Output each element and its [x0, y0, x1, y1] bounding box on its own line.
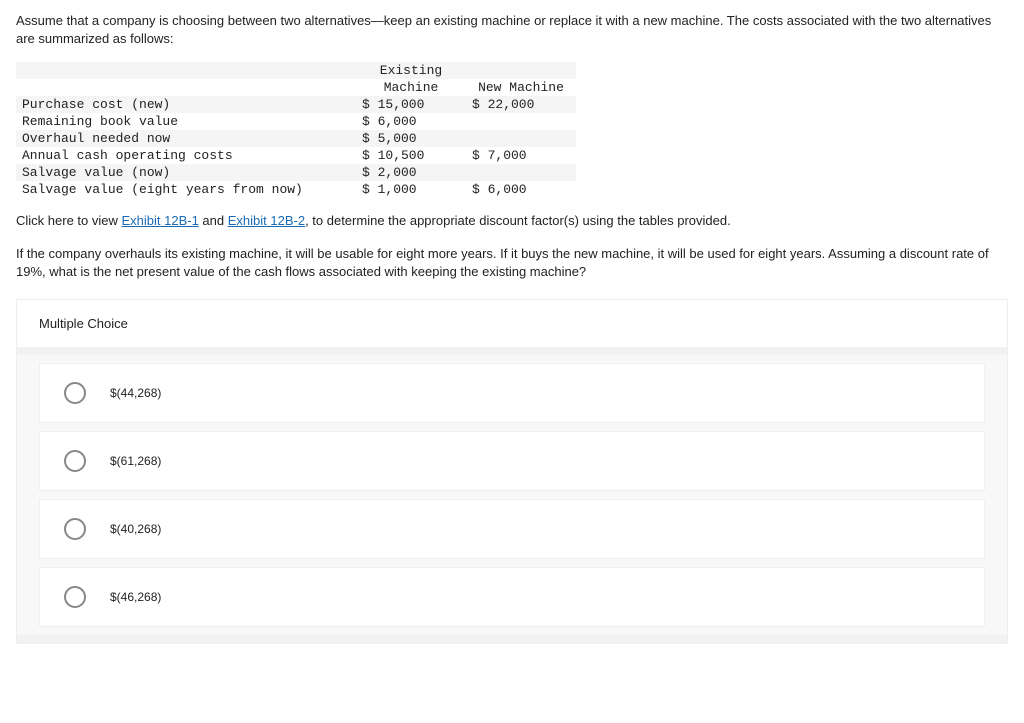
radio-icon[interactable]: [64, 382, 86, 404]
radio-icon[interactable]: [64, 518, 86, 540]
table-row: Purchase cost (new) $ 15,000 $ 22,000: [16, 96, 576, 113]
col-header-existing-2: Machine: [356, 79, 466, 96]
multiple-choice-heading: Multiple Choice: [17, 300, 1007, 355]
cost-table: Existing Machine New Machine Purchase co…: [16, 62, 576, 198]
mc-option-label: $(40,268): [110, 522, 161, 536]
mc-option-1[interactable]: $(44,268): [39, 363, 985, 423]
col-header-new: New Machine: [466, 79, 576, 96]
mc-option-4[interactable]: $(46,268): [39, 567, 985, 627]
table-row: Salvage value (eight years from now) $ 1…: [16, 181, 576, 198]
radio-icon[interactable]: [64, 586, 86, 608]
question-intro: Assume that a company is choosing betwee…: [16, 12, 1008, 48]
mc-option-2[interactable]: $(61,268): [39, 431, 985, 491]
mc-option-3[interactable]: $(40,268): [39, 499, 985, 559]
exhibit-12b-1-link[interactable]: Exhibit 12B-1: [121, 213, 198, 228]
mc-option-label: $(46,268): [110, 590, 161, 604]
question-text: If the company overhauls its existing ma…: [16, 245, 1008, 281]
col-header-existing-1: Existing: [356, 62, 466, 79]
table-row: Salvage value (now) $ 2,000: [16, 164, 576, 181]
exhibit-12b-2-link[interactable]: Exhibit 12B-2: [228, 213, 305, 228]
table-row: Annual cash operating costs $ 10,500 $ 7…: [16, 147, 576, 164]
table-row: Overhaul needed now $ 5,000: [16, 130, 576, 147]
exhibit-line: Click here to view Exhibit 12B-1 and Exh…: [16, 212, 1008, 230]
mc-option-label: $(44,268): [110, 386, 161, 400]
radio-icon[interactable]: [64, 450, 86, 472]
mc-option-label: $(61,268): [110, 454, 161, 468]
table-row: Remaining book value $ 6,000: [16, 113, 576, 130]
multiple-choice-block: Multiple Choice $(44,268) $(61,268) $(40…: [16, 299, 1008, 644]
